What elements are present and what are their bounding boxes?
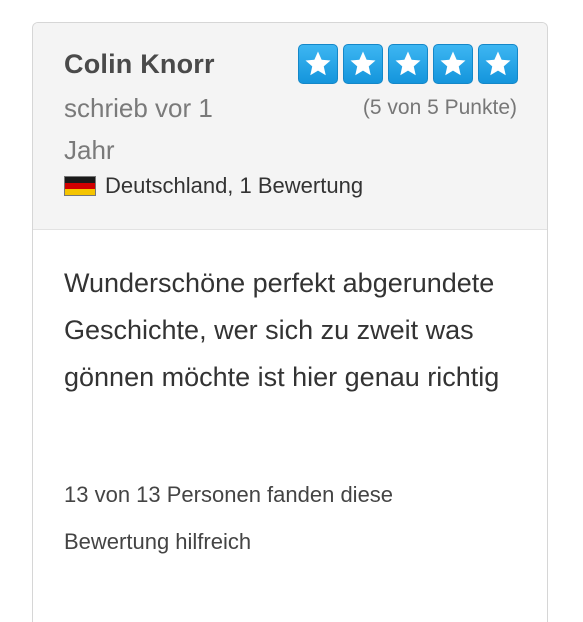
review-header: Colin Knorr schrieb vor 1 Jahr Deutschla… (33, 23, 547, 230)
rating-score: (5 von 5 Punkte) (362, 96, 517, 119)
reviewer-country: Deutschland, 1 Bewertung (64, 173, 363, 199)
author-name[interactable]: Colin Knorr (64, 49, 215, 80)
star-icon (298, 44, 338, 84)
review-text: Wunderschöne perfekt abgerundete Geschic… (64, 268, 500, 392)
country-label: Deutschland, 1 Bewertung (105, 173, 364, 198)
germany-flag-icon (64, 176, 96, 196)
star-icon (343, 44, 383, 84)
helpful-count: 13 von 13 Personen fanden diese Bewertun… (64, 482, 394, 554)
star-rating (298, 44, 518, 84)
posted-time: schrieb vor 1 Jahr (64, 93, 213, 165)
star-icon (388, 44, 428, 84)
review-card: Colin Knorr schrieb vor 1 Jahr Deutschla… (32, 22, 548, 622)
star-icon (478, 44, 518, 84)
star-icon (433, 44, 473, 84)
